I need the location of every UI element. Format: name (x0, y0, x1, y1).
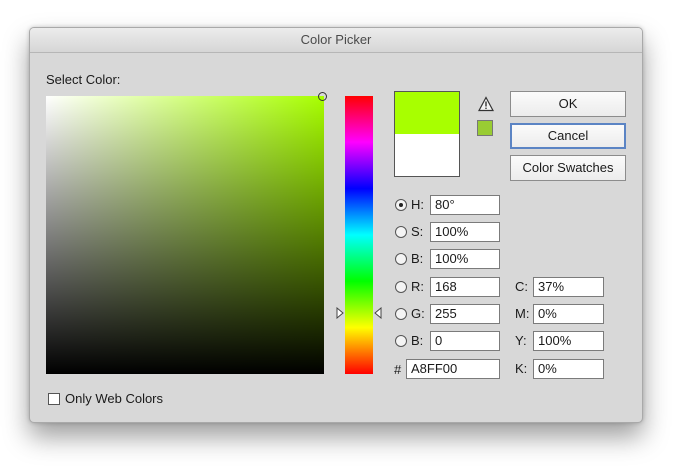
warning-triangle-icon[interactable] (478, 96, 494, 112)
cyan-input[interactable]: 37% (533, 277, 604, 297)
saturation-label: S: (411, 224, 424, 239)
hue-slider-right-arrow[interactable] (374, 307, 382, 319)
blue-input[interactable]: 0 (430, 331, 500, 351)
only-web-colors-label: Only Web Colors (65, 391, 164, 406)
hex-label: # (394, 362, 402, 377)
hue-slider[interactable] (345, 96, 373, 374)
radio-hue[interactable] (395, 199, 407, 211)
current-color-swatch[interactable] (395, 134, 459, 176)
color-field[interactable] (46, 92, 327, 374)
radio-brightness[interactable] (395, 253, 407, 265)
yellow-label: Y: (515, 333, 527, 348)
hue-input[interactable]: 80° (430, 195, 500, 215)
yellow-input[interactable]: 100% (533, 331, 604, 351)
black-input[interactable]: 0% (533, 359, 604, 379)
hex-input[interactable]: A8FF00 (406, 359, 500, 379)
magenta-label: M: (515, 306, 530, 321)
green-input[interactable]: 255 (430, 304, 500, 324)
color-picker-dialog: Color Picker Select Color: OK Cancel Col… (29, 27, 643, 423)
radio-blue[interactable] (395, 335, 407, 347)
red-input[interactable]: 168 (430, 277, 500, 297)
websafe-color-swatch[interactable] (477, 120, 493, 136)
magenta-input[interactable]: 0% (533, 304, 604, 324)
color-field-cursor[interactable] (318, 92, 327, 101)
brightness-label: B: (411, 251, 424, 266)
select-color-label: Select Color: (46, 72, 121, 87)
ok-button[interactable]: OK (510, 91, 626, 117)
cyan-label: C: (515, 279, 528, 294)
red-label: R: (411, 279, 424, 294)
dialog-title: Color Picker (30, 28, 642, 53)
radio-saturation[interactable] (395, 226, 407, 238)
saturation-input[interactable]: 100% (430, 222, 500, 242)
brightness-input[interactable]: 100% (430, 249, 500, 269)
cancel-button[interactable]: Cancel (510, 123, 626, 149)
radio-red[interactable] (395, 281, 407, 293)
radio-green[interactable] (395, 308, 407, 320)
only-web-colors-checkbox[interactable] (48, 393, 60, 405)
black-label: K: (515, 361, 528, 376)
color-preview (394, 91, 460, 177)
color-swatches-button[interactable]: Color Swatches (510, 155, 626, 181)
hue-slider-left-arrow[interactable] (336, 307, 344, 319)
hue-label: H: (411, 197, 424, 212)
new-color-swatch (395, 92, 459, 134)
green-label: G: (411, 306, 425, 321)
blue-label: B: (411, 333, 424, 348)
